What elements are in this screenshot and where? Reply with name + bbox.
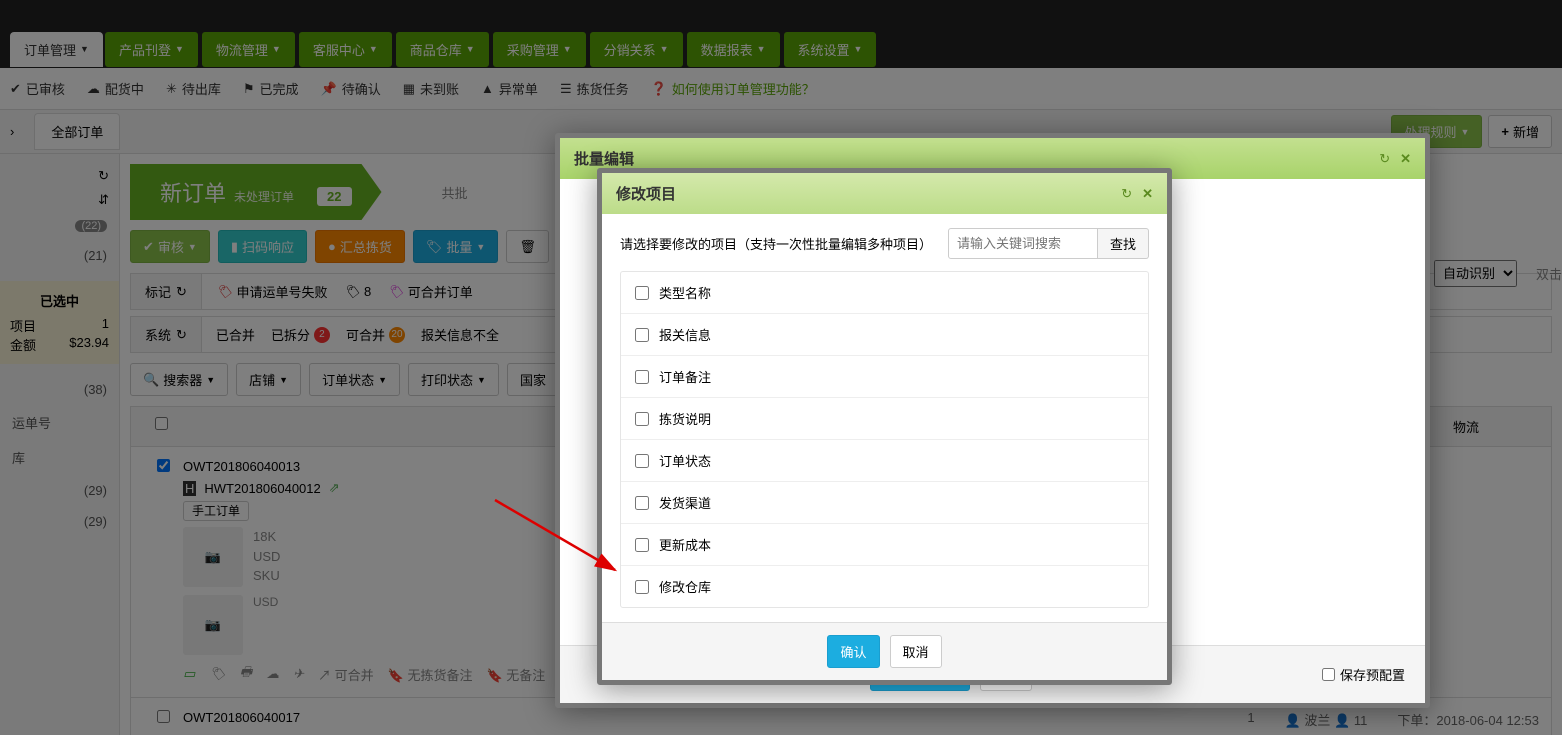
- options-list: 类型名称 报关信息 订单备注 拣货说明 订单状态 发货渠道 更新成本 修改仓库: [620, 271, 1149, 608]
- option-pick-note[interactable]: 拣货说明: [621, 398, 1148, 440]
- search-button[interactable]: 查找: [1098, 228, 1149, 259]
- save-preset-checkbox[interactable]: 保存预配置: [1322, 665, 1405, 684]
- close-icon[interactable]: ✕: [1400, 151, 1411, 167]
- modify-items-modal: 修改项目 ↻ ✕ 请选择要修改的项目（支持一次性批量编辑多种项目） 查找 类型名…: [597, 168, 1172, 685]
- confirm-button[interactable]: 确认: [827, 635, 879, 668]
- batch-modal-title: 批量编辑: [574, 148, 634, 169]
- search-input[interactable]: [948, 228, 1098, 259]
- option-update-cost[interactable]: 更新成本: [621, 524, 1148, 566]
- option-ship-channel[interactable]: 发货渠道: [621, 482, 1148, 524]
- modify-modal-footer: 确认 取消: [602, 622, 1167, 680]
- option-order-note[interactable]: 订单备注: [621, 356, 1148, 398]
- refresh-icon[interactable]: ↻: [1379, 151, 1390, 167]
- option-modify-warehouse[interactable]: 修改仓库: [621, 566, 1148, 607]
- close-icon[interactable]: ✕: [1142, 186, 1153, 202]
- option-order-status[interactable]: 订单状态: [621, 440, 1148, 482]
- option-customs[interactable]: 报关信息: [621, 314, 1148, 356]
- cancel-button[interactable]: 取消: [890, 635, 942, 668]
- refresh-icon[interactable]: ↻: [1121, 186, 1132, 202]
- modify-modal-header: 修改项目 ↻ ✕: [602, 173, 1167, 214]
- modify-prompt-text: 请选择要修改的项目（支持一次性批量编辑多种项目）: [620, 234, 932, 253]
- modify-modal-title: 修改项目: [616, 183, 676, 204]
- option-type-name[interactable]: 类型名称: [621, 272, 1148, 314]
